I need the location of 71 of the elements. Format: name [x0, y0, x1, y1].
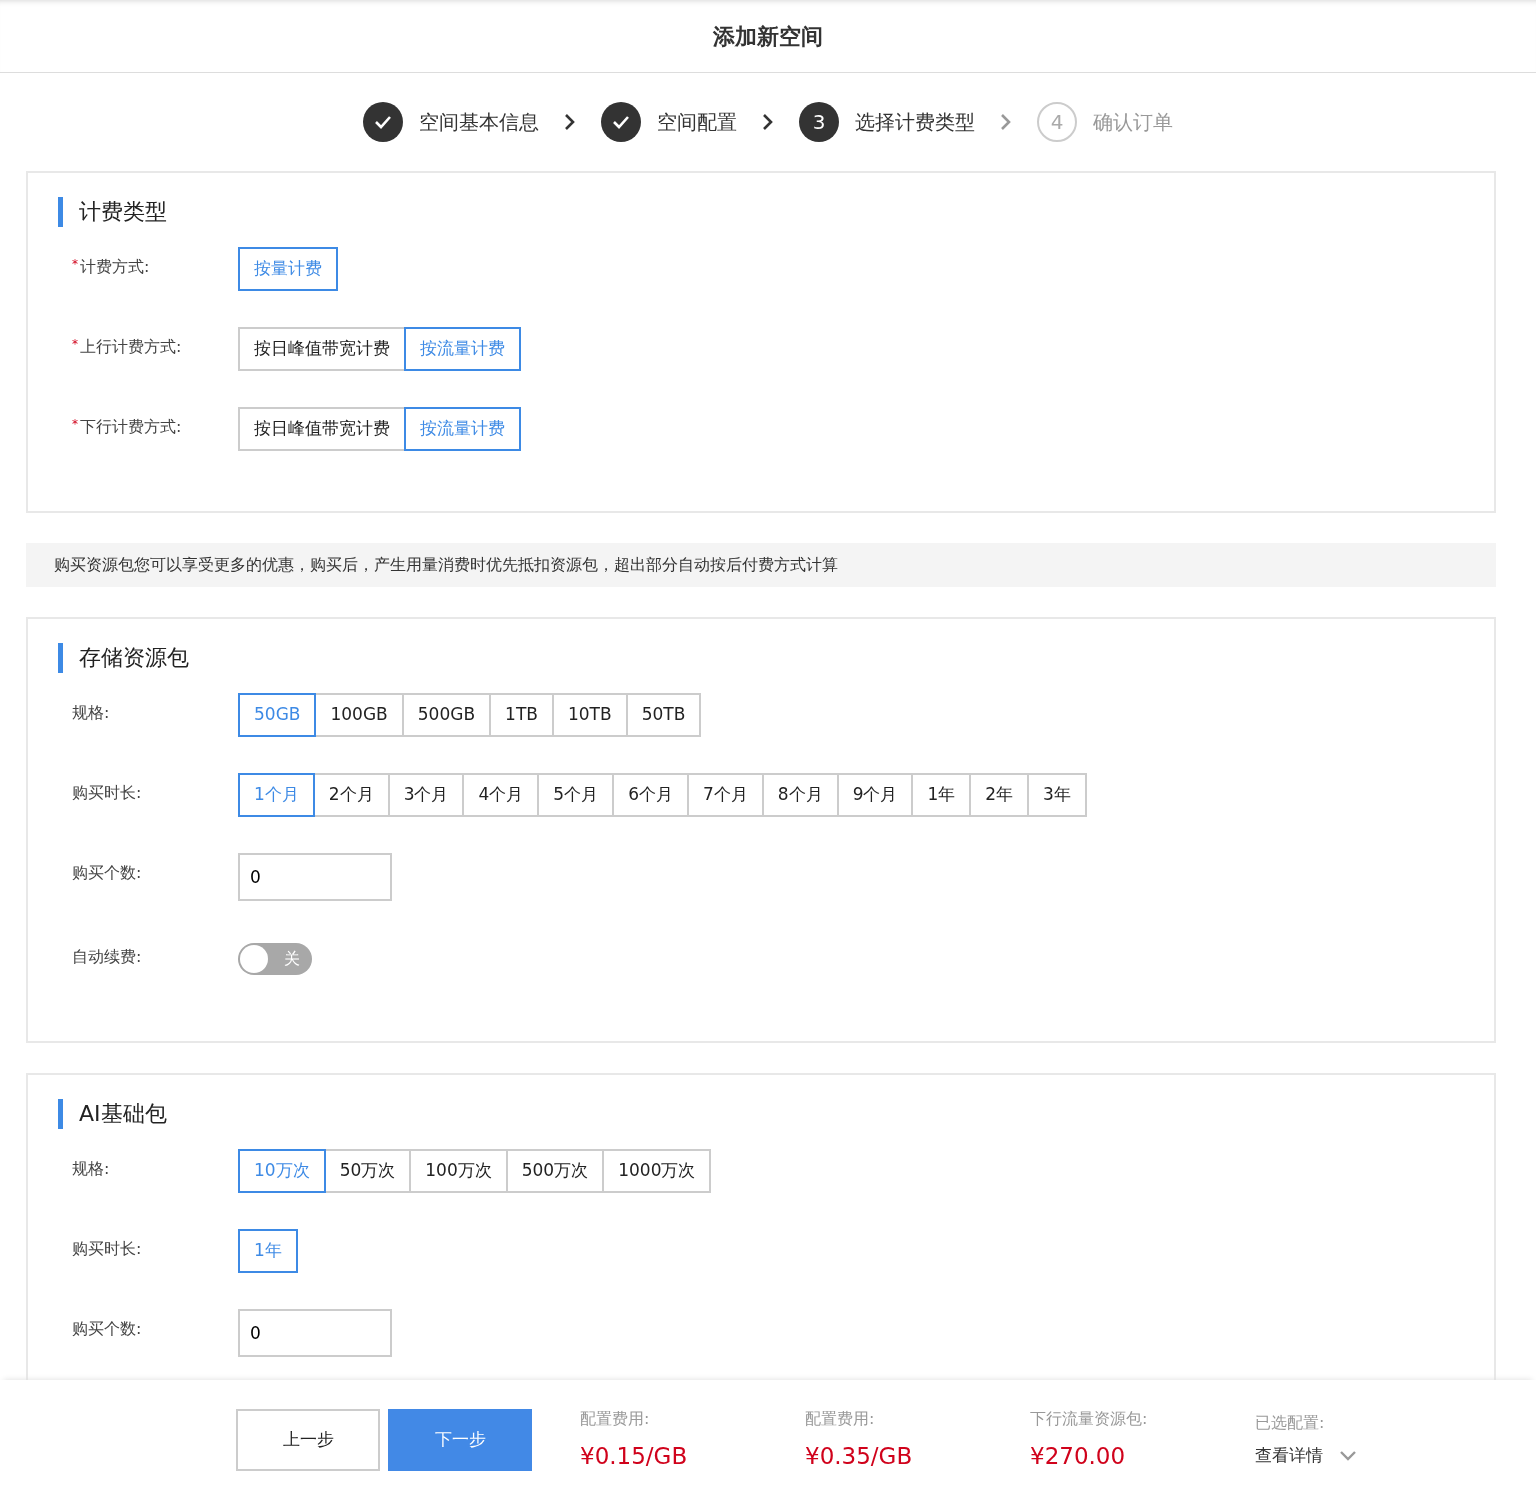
- option-button[interactable]: 10TB: [551, 693, 628, 737]
- option-button[interactable]: 50万次: [323, 1149, 412, 1193]
- chevron-right-icon: [563, 112, 577, 132]
- step-done-icon: [601, 102, 641, 142]
- field-label: 购买个数:: [72, 862, 142, 884]
- number-field[interactable]: 0: [238, 1309, 392, 1357]
- option-button[interactable]: 2个月: [312, 773, 390, 817]
- field-label: 上行计费方式:: [80, 336, 182, 358]
- field-label: 自动续费:: [72, 946, 142, 968]
- option-button[interactable]: 按流量计费: [404, 327, 521, 371]
- section-title: 计费类型: [58, 197, 1464, 227]
- option-button[interactable]: 7个月: [686, 773, 764, 817]
- option-button[interactable]: 8个月: [761, 773, 839, 817]
- option-button[interactable]: 1000万次: [602, 1149, 712, 1193]
- field-label: 计费方式:: [80, 256, 150, 278]
- option-button[interactable]: 500GB: [401, 693, 492, 737]
- details-label: 已选配置:: [1255, 1412, 1326, 1435]
- number-field[interactable]: 0: [238, 853, 392, 901]
- option-button[interactable]: 按量计费: [238, 247, 338, 291]
- field-label: 购买时长:: [72, 782, 142, 804]
- step-label: 确认订单: [1093, 109, 1173, 136]
- option-button[interactable]: 按日峰值带宽计费: [238, 327, 406, 371]
- option-button[interactable]: 6个月: [612, 773, 689, 817]
- option-button[interactable]: 500万次: [505, 1149, 605, 1193]
- cost-label: 配置费用:: [805, 1407, 876, 1430]
- back-button[interactable]: 上一步: [236, 1409, 380, 1471]
- step-number: 3: [799, 102, 839, 142]
- option-button[interactable]: 1年: [911, 773, 972, 817]
- option-button[interactable]: 1年: [238, 1229, 298, 1273]
- option-button[interactable]: 1个月: [238, 773, 315, 817]
- required-mark: *: [72, 256, 78, 273]
- option-button[interactable]: 50TB: [625, 693, 702, 737]
- option-button[interactable]: 10万次: [238, 1149, 326, 1193]
- option-button[interactable]: 3个月: [387, 773, 465, 817]
- option-button[interactable]: 5个月: [537, 773, 615, 817]
- option-button[interactable]: 4个月: [462, 773, 540, 817]
- cost-value: ¥0.35/GB: [805, 1441, 914, 1471]
- option-button[interactable]: 100万次: [409, 1149, 508, 1193]
- step-label: 空间基本信息: [419, 109, 539, 136]
- page-title: 添加新空间: [713, 22, 823, 51]
- cost-label: 配置费用:: [580, 1407, 651, 1430]
- field-label: 规格:: [72, 702, 110, 724]
- option-button[interactable]: 50GB: [238, 693, 317, 737]
- chevron-right-icon: [761, 112, 775, 132]
- option-button[interactable]: 按流量计费: [404, 407, 521, 451]
- field-label: 下行计费方式:: [80, 416, 182, 438]
- field-label: 规格:: [72, 1158, 110, 1180]
- next-button[interactable]: 下一步: [388, 1409, 532, 1471]
- chevron-right-icon: [999, 112, 1013, 132]
- cost-value: ¥270.00: [1030, 1441, 1127, 1471]
- field-label: 购买时长:: [72, 1238, 142, 1260]
- section-title: AI基础包: [58, 1099, 1464, 1129]
- option-button[interactable]: 100GB: [314, 693, 404, 737]
- view-details-link[interactable]: 查看详情: [1255, 1443, 1323, 1469]
- option-button[interactable]: 9个月: [836, 773, 914, 817]
- option-button[interactable]: 1TB: [489, 693, 554, 737]
- chevron-down-icon[interactable]: [1339, 1450, 1357, 1462]
- option-button[interactable]: 2年: [969, 773, 1030, 817]
- option-button[interactable]: 3年: [1027, 773, 1087, 817]
- step-label: 选择计费类型: [855, 109, 975, 136]
- step-number: 4: [1037, 102, 1077, 142]
- step-done-icon: [363, 102, 403, 142]
- cost-label: 下行流量资源包:: [1030, 1407, 1149, 1430]
- notice-text: 购买资源包您可以享受更多的优惠，购买后，产生用量消费时优先抵扣资源包，超出部分自动按后付费方式计算: [26, 543, 1496, 587]
- option-button[interactable]: 按日峰值带宽计费: [238, 407, 406, 451]
- step-label: 空间配置: [657, 109, 737, 136]
- cost-value: ¥0.15/GB: [580, 1441, 689, 1471]
- required-mark: *: [72, 416, 78, 433]
- field-label: 购买个数:: [72, 1318, 142, 1340]
- required-mark: *: [72, 336, 78, 353]
- section-title: 存储资源包: [58, 643, 1464, 673]
